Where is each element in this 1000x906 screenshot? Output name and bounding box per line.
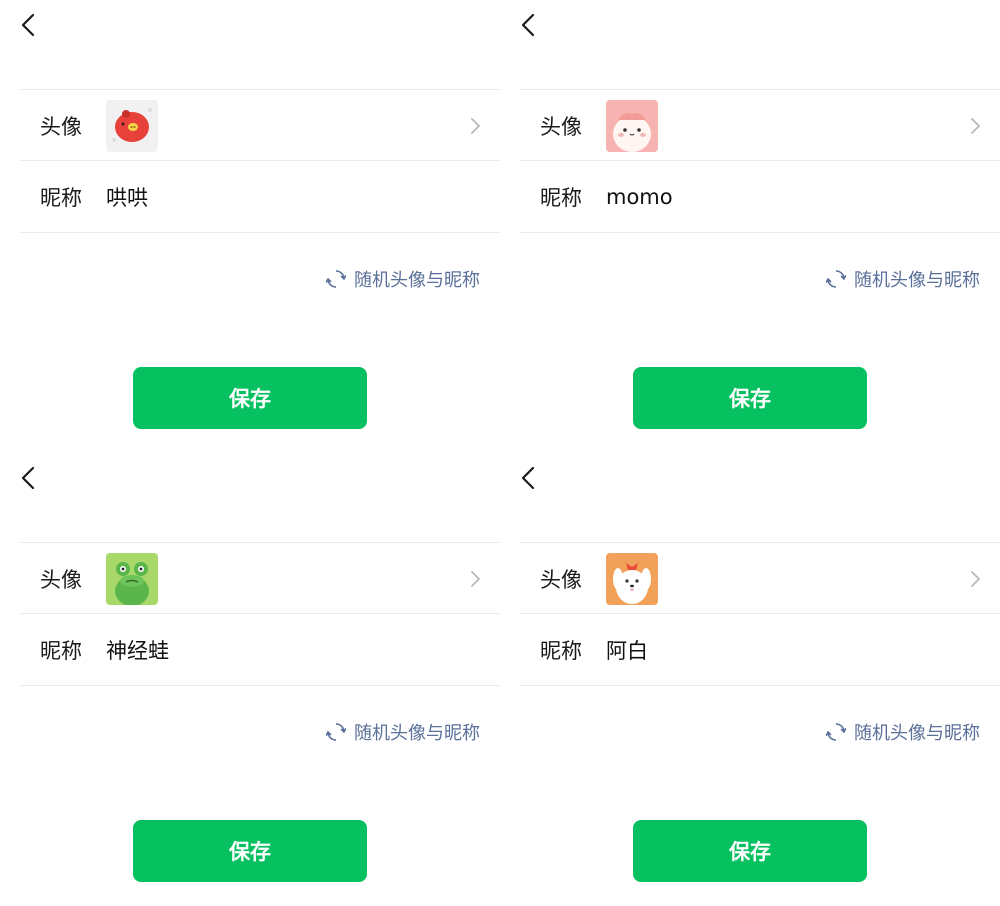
- profile-edit-panel: 头像 昵称 哄哄 随机头像与昵称 保存: [0, 0, 500, 453]
- random-label: 随机头像与昵称: [854, 270, 980, 291]
- refresh-icon: [326, 270, 346, 288]
- nickname-row[interactable]: 昵称 哄哄: [20, 160, 500, 233]
- profile-edit-panel: 头像 昵称 momo 随机头像与昵称 保存: [500, 0, 1000, 453]
- refresh-icon: [826, 723, 846, 741]
- red-pig-avatar: [106, 99, 158, 152]
- avatar-row[interactable]: 头像: [20, 89, 500, 161]
- avatar-label: 头像: [540, 114, 582, 139]
- random-avatar-nickname-button[interactable]: 随机头像与昵称: [326, 266, 480, 292]
- avatar-label: 头像: [40, 567, 82, 592]
- save-button[interactable]: 保存: [633, 820, 867, 882]
- nickname-value: 神经蛙: [106, 638, 169, 663]
- refresh-icon: [326, 723, 346, 741]
- save-button[interactable]: 保存: [133, 367, 367, 429]
- random-label: 随机头像与昵称: [354, 723, 480, 744]
- back-arrow-icon[interactable]: [516, 12, 540, 38]
- random-avatar-nickname-button[interactable]: 随机头像与昵称: [326, 719, 480, 745]
- random-avatar-nickname-button[interactable]: 随机头像与昵称: [826, 719, 980, 745]
- chevron-right-icon: [968, 570, 982, 588]
- back-arrow-icon[interactable]: [516, 465, 540, 491]
- green-frog-avatar: [106, 552, 158, 605]
- random-label: 随机头像与昵称: [854, 723, 980, 744]
- nickname-label: 昵称: [540, 638, 582, 663]
- nickname-label: 昵称: [40, 638, 82, 663]
- chevron-right-icon: [968, 117, 982, 135]
- chevron-right-icon: [468, 570, 482, 588]
- avatar-row[interactable]: 头像: [520, 89, 1000, 161]
- avatar-row[interactable]: 头像: [520, 542, 1000, 614]
- nickname-value: 阿白: [606, 638, 648, 663]
- avatar-label: 头像: [540, 567, 582, 592]
- refresh-icon: [826, 270, 846, 288]
- nickname-row[interactable]: 昵称 神经蛙: [20, 613, 500, 686]
- white-dog-avatar: [606, 552, 658, 605]
- pink-creature-avatar: [606, 99, 658, 152]
- avatar-row[interactable]: 头像: [20, 542, 500, 614]
- nickname-value: momo: [606, 184, 673, 209]
- save-button[interactable]: 保存: [633, 367, 867, 429]
- screenshot-grid: 头像 昵称 哄哄 随机头像与昵称 保存 头像 昵称 momo 随机头像与昵称 保…: [0, 0, 1000, 906]
- nickname-label: 昵称: [540, 185, 582, 210]
- back-arrow-icon[interactable]: [16, 12, 40, 38]
- profile-edit-panel: 头像 昵称 阿白 随机头像与昵称 保存: [500, 453, 1000, 906]
- nickname-label: 昵称: [40, 185, 82, 210]
- nickname-row[interactable]: 昵称 momo: [520, 160, 1000, 233]
- profile-edit-panel: 头像 昵称 神经蛙 随机头像与昵称 保存: [0, 453, 500, 906]
- nickname-row[interactable]: 昵称 阿白: [520, 613, 1000, 686]
- nickname-value: 哄哄: [106, 185, 148, 210]
- chevron-right-icon: [468, 117, 482, 135]
- save-button[interactable]: 保存: [133, 820, 367, 882]
- back-arrow-icon[interactable]: [16, 465, 40, 491]
- random-avatar-nickname-button[interactable]: 随机头像与昵称: [826, 266, 980, 292]
- avatar-label: 头像: [40, 114, 82, 139]
- random-label: 随机头像与昵称: [354, 270, 480, 291]
